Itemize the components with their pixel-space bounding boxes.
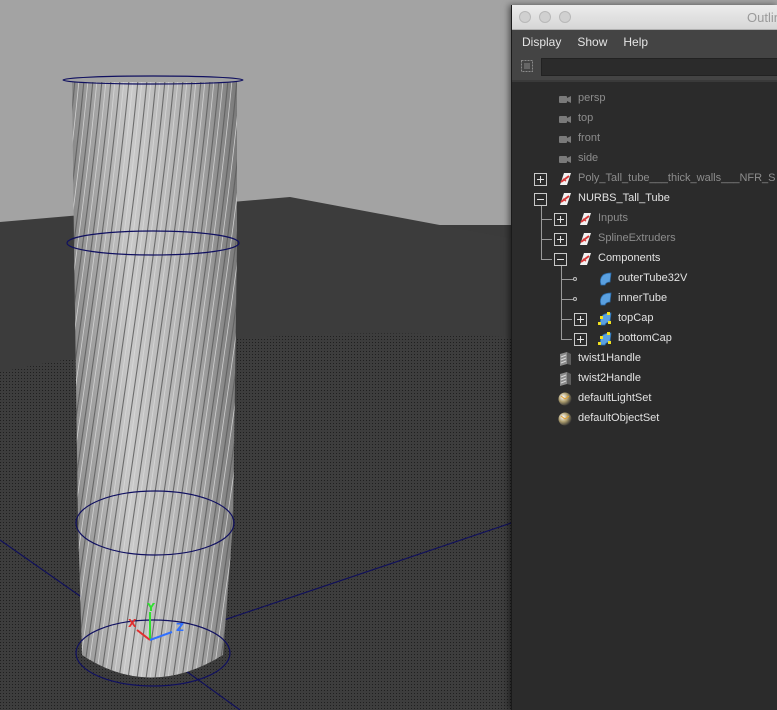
camera-icon — [558, 112, 572, 126]
outliner-item-nurbs-tall-tube[interactable]: NURBS_Tall_Tube — [512, 189, 777, 209]
outliner-item-label: NURBS_Tall_Tube — [578, 192, 670, 204]
camera-icon — [558, 152, 572, 166]
camera-icon — [558, 132, 572, 146]
tree-connector-line — [561, 266, 562, 340]
deformer-handle-icon — [558, 372, 572, 386]
minimize-window-button[interactable] — [539, 11, 551, 23]
outliner-item-outertube32v[interactable]: outerTube32V — [512, 269, 777, 289]
menu-display[interactable]: Display — [522, 35, 561, 49]
window-title: Outliner — [747, 10, 777, 25]
tree-connector-line — [541, 239, 552, 240]
outliner-item-label: front — [578, 132, 601, 144]
outliner-item-label: twist2Handle — [578, 372, 641, 384]
outliner-item-topcap[interactable]: topCap — [512, 309, 777, 329]
axis-label-z: Z — [176, 621, 184, 634]
set-sphere-icon — [558, 392, 572, 406]
nurbs-surface-icon — [598, 292, 612, 306]
expand-toggle-icon[interactable] — [574, 333, 587, 346]
outliner-item-label: twist1Handle — [578, 352, 641, 364]
transform-icon — [578, 212, 592, 226]
tree-node-dot — [573, 277, 577, 281]
window-titlebar[interactable]: Outliner — [512, 5, 777, 30]
tree-node-dot — [573, 297, 577, 301]
outliner-item-label: SplineExtruders — [598, 232, 676, 244]
transform-icon — [558, 192, 572, 206]
search-input[interactable] — [541, 58, 777, 76]
expand-toggle-icon[interactable] — [534, 173, 547, 186]
search-row — [512, 54, 777, 80]
tree-connector-line — [541, 206, 542, 260]
panel-divider — [512, 80, 777, 82]
outliner-item-label: topCap — [618, 312, 654, 324]
outliner-item-label: side — [578, 152, 599, 164]
outliner-item-label: persp — [578, 92, 606, 104]
tree-connector-line — [561, 319, 572, 320]
outliner-item-defaultobjectset[interactable]: defaultObjectSet — [512, 409, 777, 429]
outliner-item-persp[interactable]: persp — [512, 89, 777, 109]
tree-connector-line — [541, 219, 552, 220]
expand-toggle-icon[interactable] — [574, 313, 587, 326]
outliner-item-top[interactable]: top — [512, 109, 777, 129]
expand-toggle-icon[interactable] — [554, 233, 567, 246]
menu-help[interactable]: Help — [623, 35, 648, 49]
expand-toggle-icon[interactable] — [554, 213, 567, 226]
transform-icon — [558, 172, 572, 186]
filter-icon[interactable] — [521, 60, 533, 72]
camera-icon — [558, 92, 572, 106]
outliner-item-defaultlightset[interactable]: defaultLightSet — [512, 389, 777, 409]
axis-label-x: X — [128, 617, 137, 630]
outliner-item-label: top — [578, 112, 594, 124]
outliner-item-twist2handle[interactable]: twist2Handle — [512, 369, 777, 389]
outliner-window[interactable]: Outliner Display Show Help persp top front… — [511, 5, 777, 710]
collapse-toggle-icon[interactable] — [534, 193, 547, 206]
transform-icon — [578, 252, 592, 266]
outliner-item-label: defaultLightSet — [578, 392, 652, 404]
nurbs-selected-icon — [598, 312, 612, 326]
outliner-item-label: Inputs — [598, 212, 628, 224]
nurbs-surface-icon — [598, 272, 612, 286]
axis-label-y: Y — [146, 601, 156, 614]
nurbs-selected-icon — [598, 332, 612, 346]
transform-icon — [578, 232, 592, 246]
set-sphere-icon — [558, 412, 572, 426]
outliner-item-label: defaultObjectSet — [578, 412, 660, 424]
outliner-item-label: innerTube — [618, 292, 668, 304]
tree-connector-line — [561, 339, 572, 340]
menu-show[interactable]: Show — [577, 35, 607, 49]
outliner-item-label: Poly_Tall_tube___thick_walls___NFR_S — [578, 172, 776, 184]
collapse-toggle-icon[interactable] — [554, 253, 567, 266]
outliner-item-innertube[interactable]: innerTube — [512, 289, 777, 309]
outliner-item-label: bottomCap — [618, 332, 672, 344]
outliner-item-label: Components — [598, 252, 661, 264]
tree-connector-line — [541, 259, 552, 260]
outliner-item-label: outerTube32V — [618, 272, 688, 284]
close-window-button[interactable] — [519, 11, 531, 23]
outliner-item-twist1handle[interactable]: twist1Handle — [512, 349, 777, 369]
outliner-item-side[interactable]: side — [512, 149, 777, 169]
deformer-handle-icon — [558, 352, 572, 366]
outliner-item-bottomcap[interactable]: bottomCap — [512, 329, 777, 349]
menu-bar: Display Show Help — [512, 30, 777, 54]
outliner-item-poly-tall-tube-thick-walls-nfr-s[interactable]: Poly_Tall_tube___thick_walls___NFR_S — [512, 169, 777, 189]
zoom-window-button[interactable] — [559, 11, 571, 23]
outliner-item-front[interactable]: front — [512, 129, 777, 149]
